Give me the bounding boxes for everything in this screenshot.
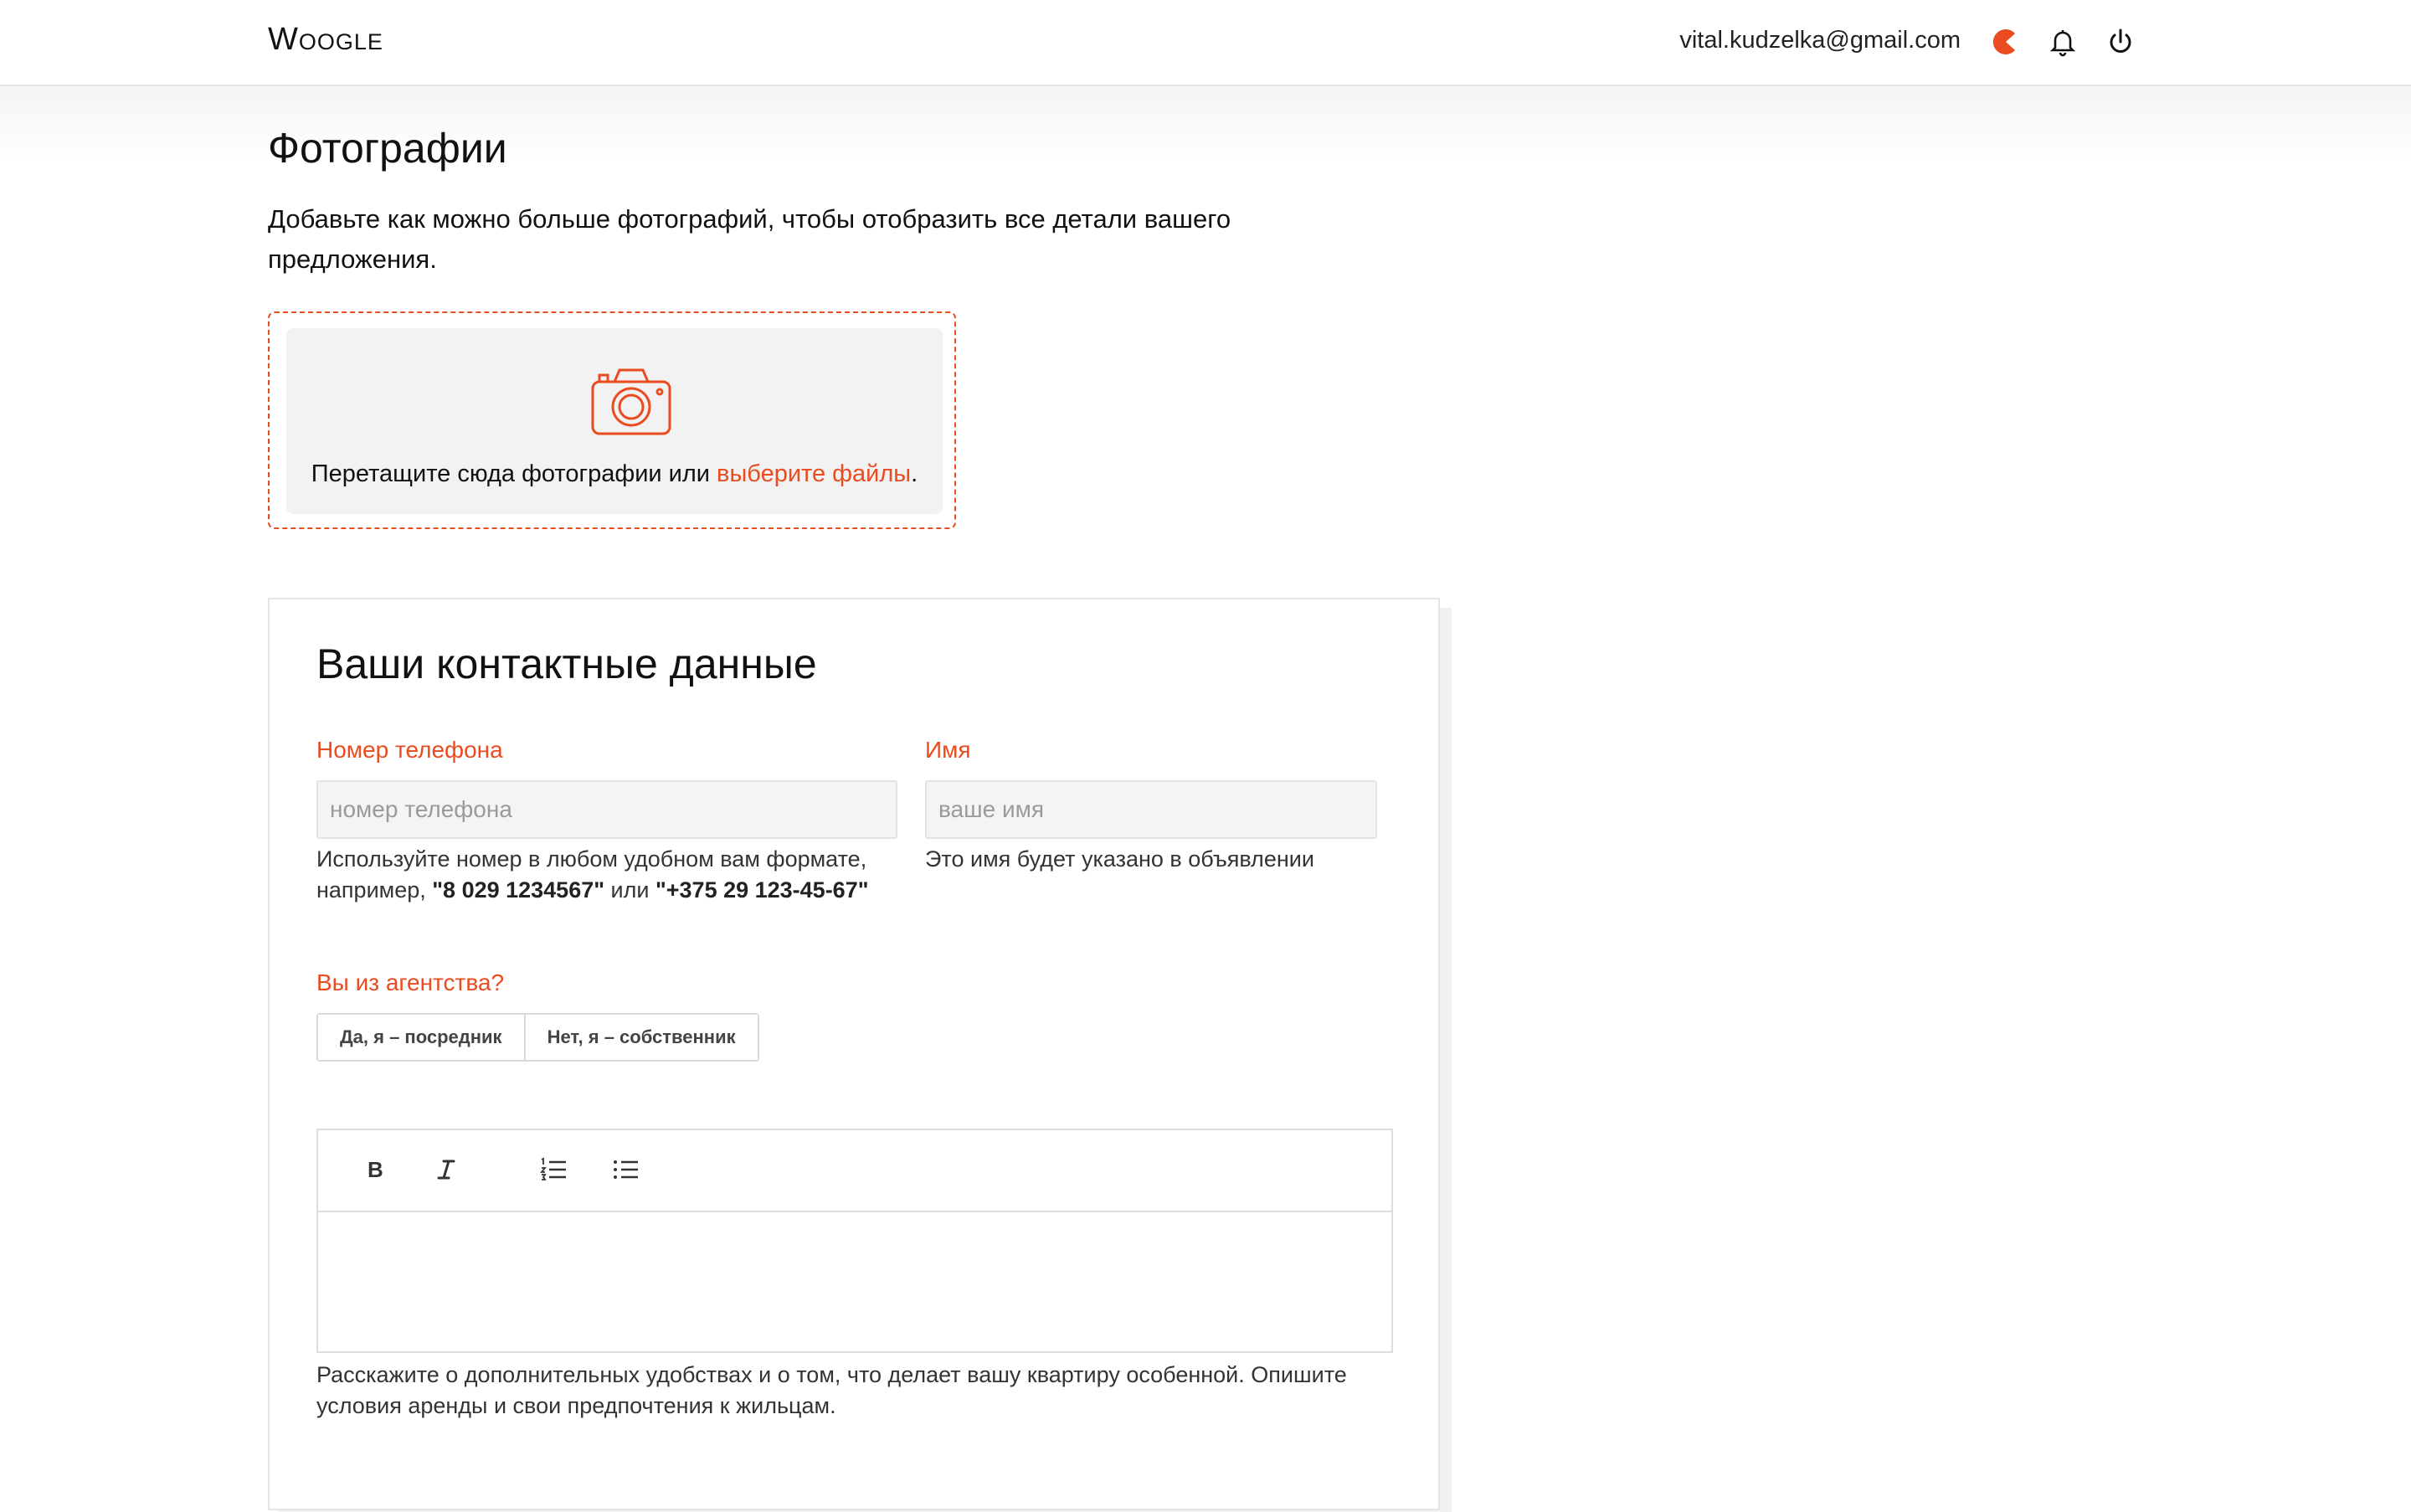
- phone-example-2: "+375 29 123-45-67": [655, 877, 869, 903]
- agency-label: Вы из агентства?: [316, 969, 505, 995]
- dropzone-area[interactable]: Перетащите сюда фотографии или выберите …: [286, 328, 943, 514]
- svg-text:B: B: [368, 1157, 383, 1182]
- phone-example-1: "8 029 1234567": [432, 877, 605, 903]
- photo-dropzone[interactable]: Перетащите сюда фотографии или выберите …: [268, 311, 956, 529]
- agency-toggle: Да, я – посредник Нет, я – собственник: [316, 1013, 759, 1062]
- contact-card: Ваши контактные данные Номер телефона Ис…: [268, 598, 1440, 1510]
- name-label: Имя: [925, 737, 971, 763]
- phone-input[interactable]: [316, 780, 897, 839]
- photos-description: Добавьте как можно больше фотографий, чт…: [268, 204, 1231, 274]
- power-icon[interactable]: [2102, 23, 2139, 60]
- logo[interactable]: Woogle: [268, 22, 383, 58]
- bell-icon[interactable]: [2044, 23, 2081, 60]
- agency-option-broker[interactable]: Да, я – посредник: [318, 1015, 524, 1060]
- choose-files-link[interactable]: выберите файлы: [717, 460, 911, 487]
- camera-icon: [591, 368, 671, 435]
- editor-body[interactable]: [318, 1212, 1391, 1351]
- page-title: Фотографии: [268, 125, 507, 172]
- user-email[interactable]: vital.kudzelka@gmail.com: [1658, 27, 1961, 54]
- italic-icon[interactable]: [427, 1150, 465, 1189]
- name-input[interactable]: [925, 780, 1377, 839]
- numbered-list-icon[interactable]: [534, 1150, 573, 1189]
- editor-toolbar: B: [318, 1130, 1391, 1212]
- pacman-icon[interactable]: [1987, 23, 2024, 60]
- phone-hint: Используйте номер в любом удобном вам фо…: [316, 844, 919, 906]
- dropzone-text: Перетащите сюда фотографии или выберите …: [286, 460, 943, 488]
- editor-hint: Расскажите о дополнительных удобствах и …: [316, 1362, 1347, 1418]
- agency-option-owner[interactable]: Нет, я – собственник: [523, 1015, 758, 1060]
- drop-period: .: [911, 460, 918, 487]
- bullet-list-icon[interactable]: [606, 1150, 645, 1189]
- phone-hint-or: или: [604, 877, 655, 903]
- contact-title: Ваши контактные данные: [316, 640, 817, 687]
- drop-instruction: Перетащите сюда фотографии или: [311, 460, 717, 487]
- name-hint: Это имя будет указано в объявлении: [925, 846, 1314, 872]
- rich-text-editor: B: [316, 1129, 1393, 1353]
- top-bar: Woogle vital.kudzelka@gmail.com: [0, 0, 2411, 86]
- bold-icon[interactable]: B: [355, 1150, 393, 1189]
- phone-label: Номер телефона: [316, 737, 503, 763]
